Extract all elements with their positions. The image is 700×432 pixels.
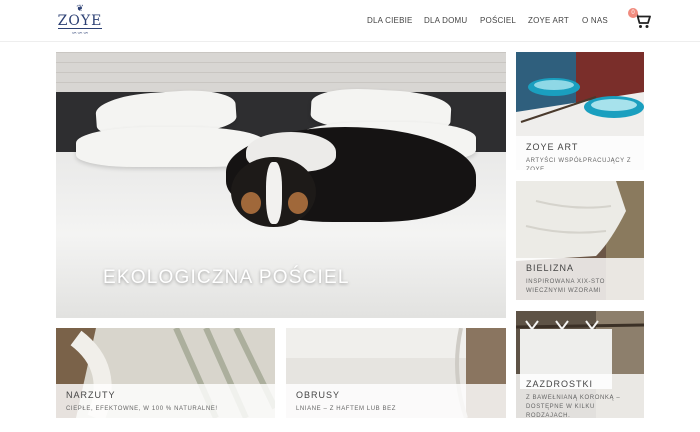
hero-title: EKOLOGICZNA POŚCIEL [103,267,350,288]
logo-text: ZOYE [57,13,103,29]
tile-narzuty[interactable]: NARZUTY CIEPŁE, EFEKTOWNE, W 100 % NATUR… [56,328,275,418]
tile-title: ZOYE ART [526,142,579,152]
tile-title: BIELIZNA [526,263,575,273]
nav-item-dla-ciebie[interactable]: DLA CIEBIE [367,16,413,25]
tile-subtitle: Z BAWEŁNIANĄ KORONKĄ – DOSTĘPNE W KILKU … [526,395,621,418]
tile-zazdrostki[interactable]: ZAZDROSTKI Z BAWEŁNIANĄ KORONKĄ – DOSTĘP… [516,311,644,418]
tile-title: ZAZDROSTKI [526,379,594,389]
nav-item-dla-domu[interactable]: DLA DOMU [424,16,467,25]
dog-cheek-left [241,192,261,214]
tile-subtitle: LNIANE – Z HAFTEM LUB BEZ [296,406,397,412]
site-header: ❦ ZOYE ∽∽∽ DLA CIEBIE DLA DOMU POŚCIEL Z… [0,0,700,42]
dog-blaze [266,162,282,224]
nav-item-zoye-art[interactable]: ZOYE ART [528,16,569,25]
tile-zoye-art[interactable]: ZOYE ART ARTYŚCI WSPÓŁPRACUJĄCY Z ZOYE [516,52,644,170]
cart-button[interactable]: 0 [628,8,652,30]
tile-subtitle: INSPIROWANA XIX-STO WIECZNYMI WZORAMI [526,279,606,294]
tile-bielizna[interactable]: BIELIZNA INSPIROWANA XIX-STO WIECZNYMI W… [516,181,644,300]
hero-banner-posciel[interactable]: EKOLOGICZNA POŚCIEL [56,52,506,318]
tile-caption: NARZUTY CIEPŁE, EFEKTOWNE, W 100 % NATUR… [56,384,275,418]
tile-caption: OBRUSY LNIANE – Z HAFTEM LUB BEZ [286,384,506,418]
tile-subtitle: CIEPŁE, EFEKTOWNE, W 100 % NATURALNE! [66,406,218,412]
tile-caption: ZAZDROSTKI Z BAWEŁNIANĄ KORONKĄ – DOSTĘP… [516,374,644,418]
tile-caption: BIELIZNA INSPIROWANA XIX-STO WIECZNYMI W… [516,258,644,300]
tile-title: NARZUTY [66,390,116,400]
cart-count-badge: 0 [628,8,638,18]
nav-item-o-nas[interactable]: O NAS [582,16,608,25]
nav-item-posciel[interactable]: POŚCIEL [480,16,516,25]
dog-cheek-right [288,192,308,214]
brick-wall-image [56,52,506,92]
tile-subtitle: ARTYŚCI WSPÓŁPRACUJĄCY Z ZOYE [526,158,632,170]
tile-caption: ZOYE ART ARTYŚCI WSPÓŁPRACUJĄCY Z ZOYE [516,136,644,170]
zoye-logo[interactable]: ❦ ZOYE ∽∽∽ [56,2,104,40]
logo-flourish-icon: ∽∽∽ [71,29,89,37]
tile-obrusy[interactable]: OBRUSY LNIANE – Z HAFTEM LUB BEZ [286,328,506,418]
tile-title: OBRUSY [296,390,341,400]
